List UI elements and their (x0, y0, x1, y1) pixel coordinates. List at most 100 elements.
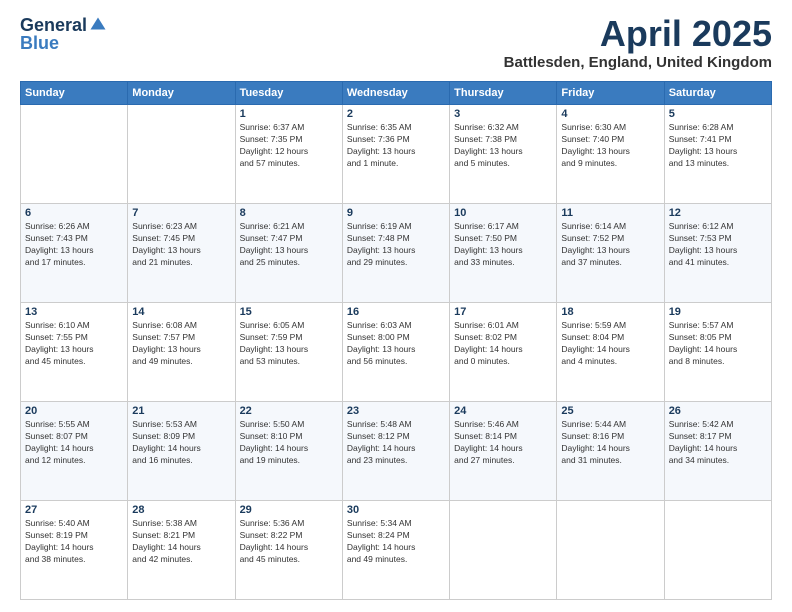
calendar-cell: 27 Sunrise: 5:40 AM Sunset: 8:19 PM Dayli… (21, 501, 128, 600)
calendar-week-1: 1Sunrise: 6:37 AM Sunset: 7:35 PM Daylig… (21, 105, 772, 204)
day-info: Sunrise: 6:05 AM Sunset: 7:59 PM Dayligh… (240, 320, 338, 368)
calendar-cell: 14Sunrise: 6:08 AM Sunset: 7:57 PM Dayli… (128, 303, 235, 402)
day-info: Sunrise: 5:53 AM Sunset: 8:09 PM Dayligh… (132, 419, 230, 467)
logo: General Blue (20, 16, 107, 52)
calendar-cell: 1Sunrise: 6:37 AM Sunset: 7:35 PM Daylig… (235, 105, 342, 204)
calendar-cell: 6 Sunrise: 6:26 AM Sunset: 7:43 PM Daylig… (21, 204, 128, 303)
day-number: 16 (347, 306, 445, 318)
logo-icon (89, 16, 107, 34)
title-block: April 2025 Battlesden, England, United K… (504, 16, 772, 71)
calendar-cell: 24 Sunrise: 5:46 AM Sunset: 8:14 PM Dayli… (450, 402, 557, 501)
day-info: Sunrise: 6:03 AM Sunset: 8:00 PM Dayligh… (347, 320, 445, 368)
calendar-cell: 30 Sunrise: 5:34 AM Sunset: 8:24 PM Dayli… (342, 501, 449, 600)
header-monday: Monday (128, 82, 235, 105)
day-number: 1 (240, 108, 338, 120)
day-number: 4 (561, 108, 659, 120)
day-info: Sunrise: 6:26 AM Sunset: 7:43 PM Dayligh… (25, 221, 123, 269)
day-info: Sunrise: 5:40 AM Sunset: 8:19 PM Dayligh… (25, 518, 123, 566)
day-number: 19 (669, 306, 767, 318)
header-sunday: Sunday (21, 82, 128, 105)
day-info: Sunrise: 6:10 AM Sunset: 7:55 PM Dayligh… (25, 320, 123, 368)
calendar-table: Sunday Monday Tuesday Wednesday Thursday… (20, 81, 772, 600)
day-info: Sunrise: 5:57 AM Sunset: 8:05 PM Dayligh… (669, 320, 767, 368)
calendar-header-row: Sunday Monday Tuesday Wednesday Thursday… (21, 82, 772, 105)
day-number: 9 (347, 207, 445, 219)
day-info: Sunrise: 5:38 AM Sunset: 8:21 PM Dayligh… (132, 518, 230, 566)
header: General Blue April 2025 Battlesden, Engl… (20, 16, 772, 71)
title-month: April 2025 (504, 16, 772, 52)
day-info: Sunrise: 6:17 AM Sunset: 7:50 PM Dayligh… (454, 221, 552, 269)
day-number: 15 (240, 306, 338, 318)
calendar-cell: 25Sunrise: 5:44 AM Sunset: 8:16 PM Dayli… (557, 402, 664, 501)
day-info: Sunrise: 6:21 AM Sunset: 7:47 PM Dayligh… (240, 221, 338, 269)
calendar-cell (664, 501, 771, 600)
calendar-cell: 3 Sunrise: 6:32 AM Sunset: 7:38 PM Daylig… (450, 105, 557, 204)
day-number: 27 (25, 504, 123, 516)
day-info: Sunrise: 6:23 AM Sunset: 7:45 PM Dayligh… (132, 221, 230, 269)
logo-blue-text: Blue (20, 34, 59, 52)
day-info: Sunrise: 6:14 AM Sunset: 7:52 PM Dayligh… (561, 221, 659, 269)
day-number: 5 (669, 108, 767, 120)
day-number: 8 (240, 207, 338, 219)
calendar-cell: 19 Sunrise: 5:57 AM Sunset: 8:05 PM Dayli… (664, 303, 771, 402)
day-number: 12 (669, 207, 767, 219)
day-number: 24 (454, 405, 552, 417)
calendar-cell (128, 105, 235, 204)
calendar-cell: 11Sunrise: 6:14 AM Sunset: 7:52 PM Dayli… (557, 204, 664, 303)
day-info: Sunrise: 5:46 AM Sunset: 8:14 PM Dayligh… (454, 419, 552, 467)
day-number: 7 (132, 207, 230, 219)
calendar-cell: 23 Sunrise: 5:48 AM Sunset: 8:12 PM Dayli… (342, 402, 449, 501)
calendar-cell: 7 Sunrise: 6:23 AM Sunset: 7:45 PM Daylig… (128, 204, 235, 303)
calendar-cell: 18Sunrise: 5:59 AM Sunset: 8:04 PM Dayli… (557, 303, 664, 402)
header-thursday: Thursday (450, 82, 557, 105)
day-info: Sunrise: 5:36 AM Sunset: 8:22 PM Dayligh… (240, 518, 338, 566)
calendar-cell (21, 105, 128, 204)
calendar-cell: 9 Sunrise: 6:19 AM Sunset: 7:48 PM Daylig… (342, 204, 449, 303)
day-info: Sunrise: 6:19 AM Sunset: 7:48 PM Dayligh… (347, 221, 445, 269)
logo-general: General (20, 16, 87, 34)
calendar-cell: 12 Sunrise: 6:12 AM Sunset: 7:53 PM Dayli… (664, 204, 771, 303)
calendar-cell: 28 Sunrise: 5:38 AM Sunset: 8:21 PM Dayli… (128, 501, 235, 600)
calendar-cell: 26Sunrise: 5:42 AM Sunset: 8:17 PM Dayli… (664, 402, 771, 501)
day-number: 3 (454, 108, 552, 120)
day-info: Sunrise: 6:12 AM Sunset: 7:53 PM Dayligh… (669, 221, 767, 269)
logo-blue: Blue (20, 34, 59, 52)
day-number: 13 (25, 306, 123, 318)
calendar-cell: 20 Sunrise: 5:55 AM Sunset: 8:07 PM Dayli… (21, 402, 128, 501)
day-info: Sunrise: 6:30 AM Sunset: 7:40 PM Dayligh… (561, 122, 659, 170)
day-info: Sunrise: 5:44 AM Sunset: 8:16 PM Dayligh… (561, 419, 659, 467)
day-info: Sunrise: 5:59 AM Sunset: 8:04 PM Dayligh… (561, 320, 659, 368)
day-info: Sunrise: 5:34 AM Sunset: 8:24 PM Dayligh… (347, 518, 445, 566)
day-number: 28 (132, 504, 230, 516)
day-info: Sunrise: 6:01 AM Sunset: 8:02 PM Dayligh… (454, 320, 552, 368)
day-info: Sunrise: 6:35 AM Sunset: 7:36 PM Dayligh… (347, 122, 445, 170)
day-number: 29 (240, 504, 338, 516)
calendar-cell: 5Sunrise: 6:28 AM Sunset: 7:41 PM Daylig… (664, 105, 771, 204)
day-info: Sunrise: 5:50 AM Sunset: 8:10 PM Dayligh… (240, 419, 338, 467)
day-info: Sunrise: 5:55 AM Sunset: 8:07 PM Dayligh… (25, 419, 123, 467)
calendar-cell: 22Sunrise: 5:50 AM Sunset: 8:10 PM Dayli… (235, 402, 342, 501)
calendar-cell: 2Sunrise: 6:35 AM Sunset: 7:36 PM Daylig… (342, 105, 449, 204)
calendar-cell (557, 501, 664, 600)
calendar-week-5: 27 Sunrise: 5:40 AM Sunset: 8:19 PM Dayli… (21, 501, 772, 600)
calendar-cell: 17Sunrise: 6:01 AM Sunset: 8:02 PM Dayli… (450, 303, 557, 402)
day-number: 21 (132, 405, 230, 417)
title-location: Battlesden, England, United Kingdom (504, 54, 772, 71)
day-number: 6 (25, 207, 123, 219)
day-number: 20 (25, 405, 123, 417)
header-wednesday: Wednesday (342, 82, 449, 105)
day-number: 23 (347, 405, 445, 417)
day-info: Sunrise: 6:32 AM Sunset: 7:38 PM Dayligh… (454, 122, 552, 170)
page: General Blue April 2025 Battlesden, Engl… (0, 0, 792, 612)
logo-text: General (20, 16, 107, 34)
day-number: 14 (132, 306, 230, 318)
header-friday: Friday (557, 82, 664, 105)
header-saturday: Saturday (664, 82, 771, 105)
day-number: 26 (669, 405, 767, 417)
calendar-cell: 21 Sunrise: 5:53 AM Sunset: 8:09 PM Dayli… (128, 402, 235, 501)
calendar-week-3: 13 Sunrise: 6:10 AM Sunset: 7:55 PM Dayli… (21, 303, 772, 402)
calendar-week-2: 6 Sunrise: 6:26 AM Sunset: 7:43 PM Daylig… (21, 204, 772, 303)
calendar-cell: 16 Sunrise: 6:03 AM Sunset: 8:00 PM Dayli… (342, 303, 449, 402)
day-info: Sunrise: 5:48 AM Sunset: 8:12 PM Dayligh… (347, 419, 445, 467)
day-number: 30 (347, 504, 445, 516)
